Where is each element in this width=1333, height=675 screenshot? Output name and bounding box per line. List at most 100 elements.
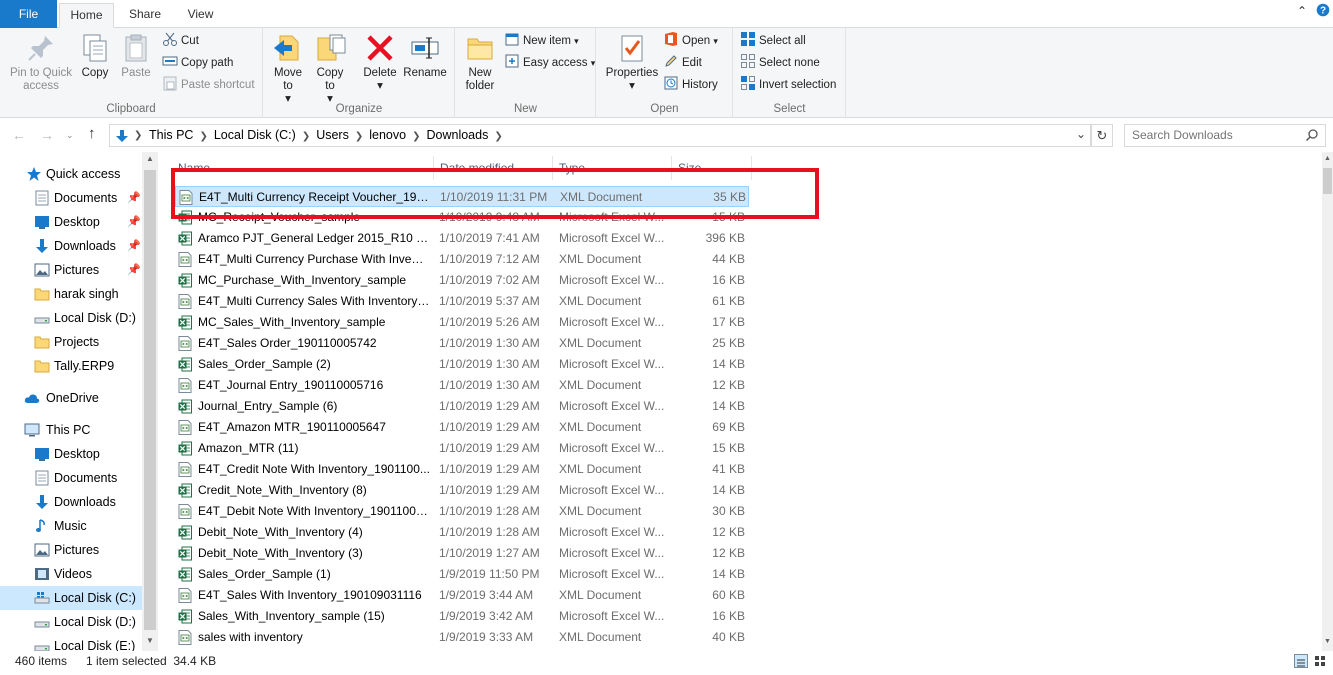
scroll-up-arrow-icon[interactable]: ▲ [1324,155,1331,162]
rename-button[interactable]: Rename [403,32,447,80]
table-row[interactable]: E4T_Sales With Inventory_190109031116 1/9… [175,585,749,606]
copy-to-button[interactable]: Copy to ▾ [314,32,346,106]
tab-home[interactable]: Home [59,3,114,28]
breadcrumb-this-pc[interactable]: This PC [143,128,199,142]
address-bar[interactable]: ❯ This PC ❯ Local Disk (C:) ❯ Users ❯ lenovo ❯ D… [109,124,1091,147]
table-row[interactable]: E4T_Debit Note With Inventory_19011000..… [175,501,749,522]
column-header-size[interactable]: Size [672,156,752,180]
table-row[interactable]: Journal_Entry_Sample (6) 1/10/2019 1:29 A… [175,396,749,417]
table-row[interactable]: Sales_With_Inventory_sample (15) 1/9/2019… [175,606,749,627]
column-header-type[interactable]: Type [553,156,672,180]
scroll-down-arrow-icon[interactable]: ▼ [1324,638,1331,645]
table-row[interactable]: MC_Receipt_Voucher_sample 1/10/2019 9:48 … [175,207,749,228]
breadcrumb-users[interactable]: Users [310,128,355,142]
history-button[interactable]: History [663,75,718,95]
pin-icon[interactable]: 📌 [127,234,141,258]
nav-pc-music[interactable]: Music [0,514,142,538]
breadcrumb-local-disk-c[interactable]: Local Disk (C:) [208,128,302,142]
table-row[interactable]: E4T_Multi Currency Sales With Inventory_… [175,291,749,312]
select-none-button[interactable]: Select none [740,53,820,73]
nav-pc-desktop[interactable]: Desktop [0,442,142,466]
back-arrow-icon[interactable]: ← [12,127,26,143]
file-list-scrollbar-thumb[interactable] [1323,168,1332,194]
nav-quick-tally-erp9[interactable]: Tally.ERP9 [0,354,142,378]
nav-quick-access[interactable]: Quick access [0,162,142,186]
help-icon[interactable]: ? [1316,3,1330,20]
nav-pc-documents[interactable]: Documents [0,466,142,490]
column-header-date[interactable]: Date modified [434,156,553,180]
table-row[interactable]: E4T_Multi Currency Receipt Voucher_1901 1… [175,186,749,207]
nav-pc-downloads[interactable]: Downloads [0,490,142,514]
scroll-down-arrow-icon[interactable]: ▼ [146,636,154,645]
tab-file[interactable]: File [0,0,57,28]
column-header-name[interactable]: Name [172,156,434,180]
table-row[interactable]: Aramco PJT_General Ledger 2015_R10 (fina… [175,228,749,249]
table-row[interactable]: Sales_Order_Sample (2) 1/10/2019 1:30 AM M… [175,354,749,375]
table-row[interactable]: E4T_Amazon MTR_190110005647 1/10/2019 1:2… [175,417,749,438]
scroll-up-arrow-icon[interactable]: ▲ [146,154,154,163]
table-row[interactable]: Debit_Note_With_Inventory (3) 1/10/2019 1… [175,543,749,564]
new-folder-button[interactable]: New folder [462,32,498,93]
nav-this-pc[interactable]: This PC [0,418,142,442]
table-row[interactable]: E4T_Sales Order_190110005742 1/10/2019 1:… [175,333,749,354]
address-history-chevron-icon[interactable]: ⌄ [1076,127,1086,141]
file-list-scrollbar[interactable]: ▲ ▼ [1322,152,1333,651]
table-row[interactable]: Credit_Note_With_Inventory (8) 1/10/2019 … [175,480,749,501]
forward-arrow-icon[interactable]: → [40,127,54,143]
copy-path-button[interactable]: Copy path [162,53,233,73]
move-to-button[interactable]: Move to ▾ [272,32,304,106]
nav-pc-videos[interactable]: Videos [0,562,142,586]
recent-locations-chevron-icon[interactable]: ⌄ [66,130,74,141]
pin-icon[interactable]: 📌 [127,258,141,282]
pin-icon[interactable]: 📌 [127,210,141,234]
paste-button[interactable]: Paste [118,32,154,80]
breadcrumb-separator[interactable]: ❯ [302,131,310,142]
table-row[interactable]: E4T_Multi Currency Purchase With Invento… [175,249,749,270]
breadcrumb-separator[interactable]: ❯ [494,131,502,142]
nav-pc-local-disk-c[interactable]: Local Disk (C:) [0,586,142,610]
breadcrumb-downloads[interactable]: Downloads [420,128,494,142]
table-row[interactable]: Sales_Order_Sample (1) 1/9/2019 11:50 PM M… [175,564,749,585]
new-item-button[interactable]: New item ▾ [504,31,579,51]
breadcrumb-separator[interactable]: ❯ [412,131,420,142]
search-icon[interactable] [1305,128,1319,142]
nav-onedrive[interactable]: OneDrive [0,386,142,410]
breadcrumb-separator[interactable]: ❯ [355,131,363,142]
nav-pc-pictures[interactable]: Pictures [0,538,142,562]
nav-scrollbar-thumb[interactable] [144,170,156,630]
breadcrumb-separator[interactable]: ❯ [199,131,207,142]
table-row[interactable]: sales with inventory 1/9/2019 3:33 AM XML … [175,627,749,648]
select-all-button[interactable]: Select all [740,31,806,51]
table-row[interactable]: E4T_Journal Entry_190110005716 1/10/2019 … [175,375,749,396]
table-row[interactable]: MC_Purchase_With_Inventory_sample 1/10/20… [175,270,749,291]
nav-quick-pictures[interactable]: Pictures 📌 [0,258,142,282]
copy-button[interactable]: Copy [78,32,112,80]
large-icons-view-button[interactable] [1313,654,1327,668]
nav-quick-documents[interactable]: Documents 📌 [0,186,142,210]
pin-icon[interactable]: 📌 [127,186,141,210]
nav-quick-harak-singh[interactable]: harak singh [0,282,142,306]
invert-selection-button[interactable]: Invert selection [740,75,836,95]
table-row[interactable]: E4T_Credit Note With Inventory_1901100..… [175,459,749,480]
nav-quick-desktop[interactable]: Desktop 📌 [0,210,142,234]
breadcrumb-lenovo[interactable]: lenovo [363,128,412,142]
paste-shortcut-button[interactable]: Paste shortcut [162,75,255,95]
breadcrumb-separator[interactable]: ❯ [134,130,142,141]
nav-quick-downloads[interactable]: Downloads 📌 [0,234,142,258]
collapse-ribbon-icon[interactable]: ⌃ [1297,4,1307,18]
search-input[interactable] [1125,125,1300,145]
edit-button[interactable]: Edit [663,53,702,73]
nav-quick-projects[interactable]: Projects [0,330,142,354]
nav-pc-local-disk-e[interactable]: Local Disk (E:) [0,634,142,651]
search-box[interactable] [1124,124,1326,147]
easy-access-button[interactable]: Easy access ▾ [504,53,595,73]
delete-button[interactable]: Delete ▾ [363,32,397,93]
pin-to-quick-access-button[interactable]: Pin to Quick access [6,32,76,93]
cut-button[interactable]: Cut [162,31,199,51]
nav-pc-local-disk-d[interactable]: Local Disk (D:) [0,610,142,634]
table-row[interactable]: Amazon_MTR (11) 1/10/2019 1:29 AM Microsof… [175,438,749,459]
up-arrow-icon[interactable]: ↑ [88,125,96,142]
nav-scrollbar[interactable]: ▲ ▼ [142,152,158,651]
tab-share[interactable]: Share [120,3,170,28]
table-row[interactable]: MC_Sales_With_Inventory_sample 1/10/2019 … [175,312,749,333]
